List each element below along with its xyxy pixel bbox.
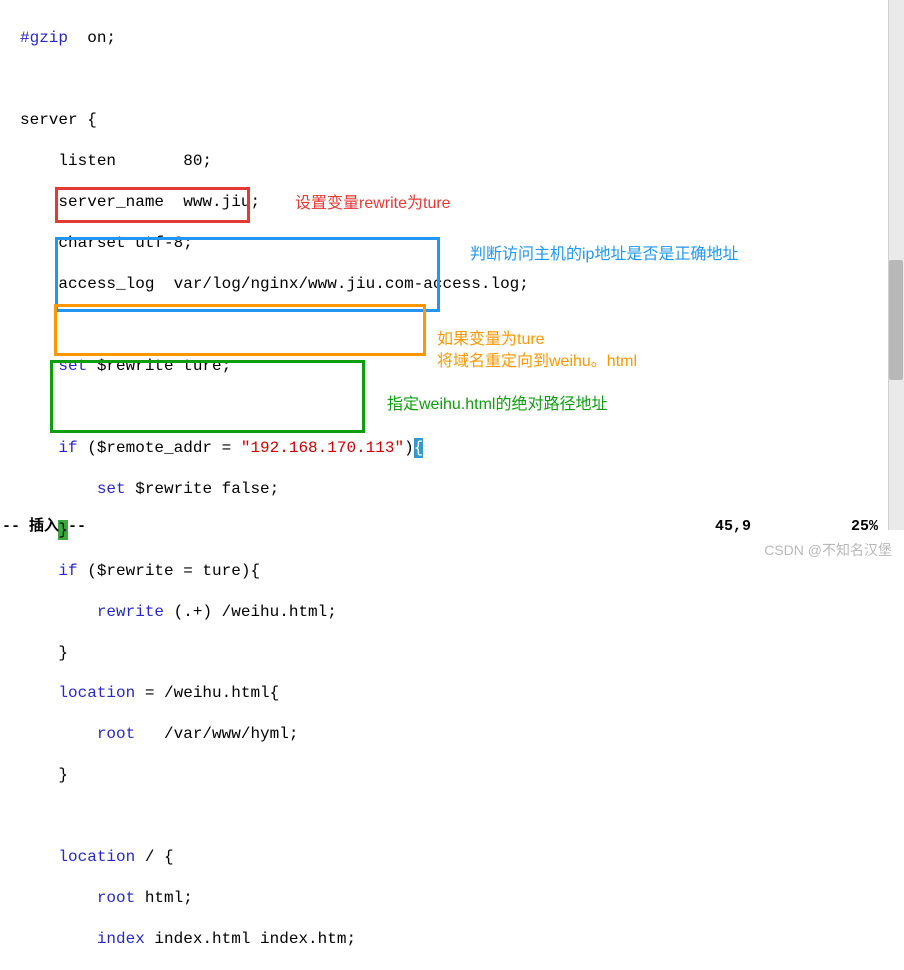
code-line: } (20, 643, 904, 663)
code-line: } (20, 765, 904, 785)
cursor-bracket: { (414, 438, 424, 458)
code-line (20, 69, 904, 89)
code-line: location = /weihu.html{ (20, 683, 904, 703)
keyword: location (20, 684, 135, 702)
scrollbar-thumb[interactable] (889, 260, 903, 380)
code-line: if ($remote_addr = "192.168.170.113"){ (20, 438, 904, 458)
code-line: server_name www.jiu; (20, 192, 904, 212)
keyword: root (20, 889, 135, 907)
annotation-green: 指定weihu.html的绝对路径地址 (387, 395, 607, 415)
code-line: listen 80; (20, 151, 904, 171)
code-line: #gzip on; (20, 28, 904, 48)
keyword: root (20, 725, 135, 743)
keyword: #gzip (20, 29, 68, 47)
string-literal: "192.168.170.113" (241, 439, 404, 457)
code-line: index index.html index.htm; (20, 929, 904, 949)
vim-mode: -- 插入 -- (2, 517, 86, 536)
code-line: set $rewrite false; (20, 479, 904, 499)
scroll-percent: 25% (851, 517, 878, 536)
annotation-blue: 判断访问主机的ip地址是否是正确地址 (470, 245, 738, 265)
code-line: charset utf-8; (20, 233, 904, 253)
code-line (20, 806, 904, 826)
code-line: access_log var/log/nginx/www.jiu.com-acc… (20, 274, 904, 294)
annotation-orange-1: 如果变量为ture (437, 330, 545, 350)
code-line: rewrite (.+) /weihu.html; (20, 602, 904, 622)
keyword: location (20, 848, 135, 866)
keyword: index (20, 930, 145, 948)
keyword: rewrite (20, 603, 164, 621)
code-editor[interactable]: #gzip on; server { listen 80; server_nam… (0, 0, 904, 970)
keyword: set (20, 357, 87, 375)
code-line: root html; (20, 888, 904, 908)
keyword: if (20, 439, 78, 457)
vim-status-bar: -- 插入 -- 45,9 25% (2, 516, 886, 538)
code-line: server { (20, 110, 904, 130)
code-line: root /var/www/hyml; (20, 724, 904, 744)
keyword: if (20, 562, 78, 580)
annotation-orange-2: 将域名重定向到weihu。html (437, 352, 637, 372)
watermark: CSDN @不知名汉堡 (764, 542, 892, 560)
scrollbar-track[interactable] (888, 0, 904, 530)
cursor-position: 45,9 (715, 517, 751, 536)
keyword: set (20, 480, 126, 498)
code-line: location / { (20, 847, 904, 867)
annotation-red: 设置变量rewrite为ture (295, 194, 451, 214)
